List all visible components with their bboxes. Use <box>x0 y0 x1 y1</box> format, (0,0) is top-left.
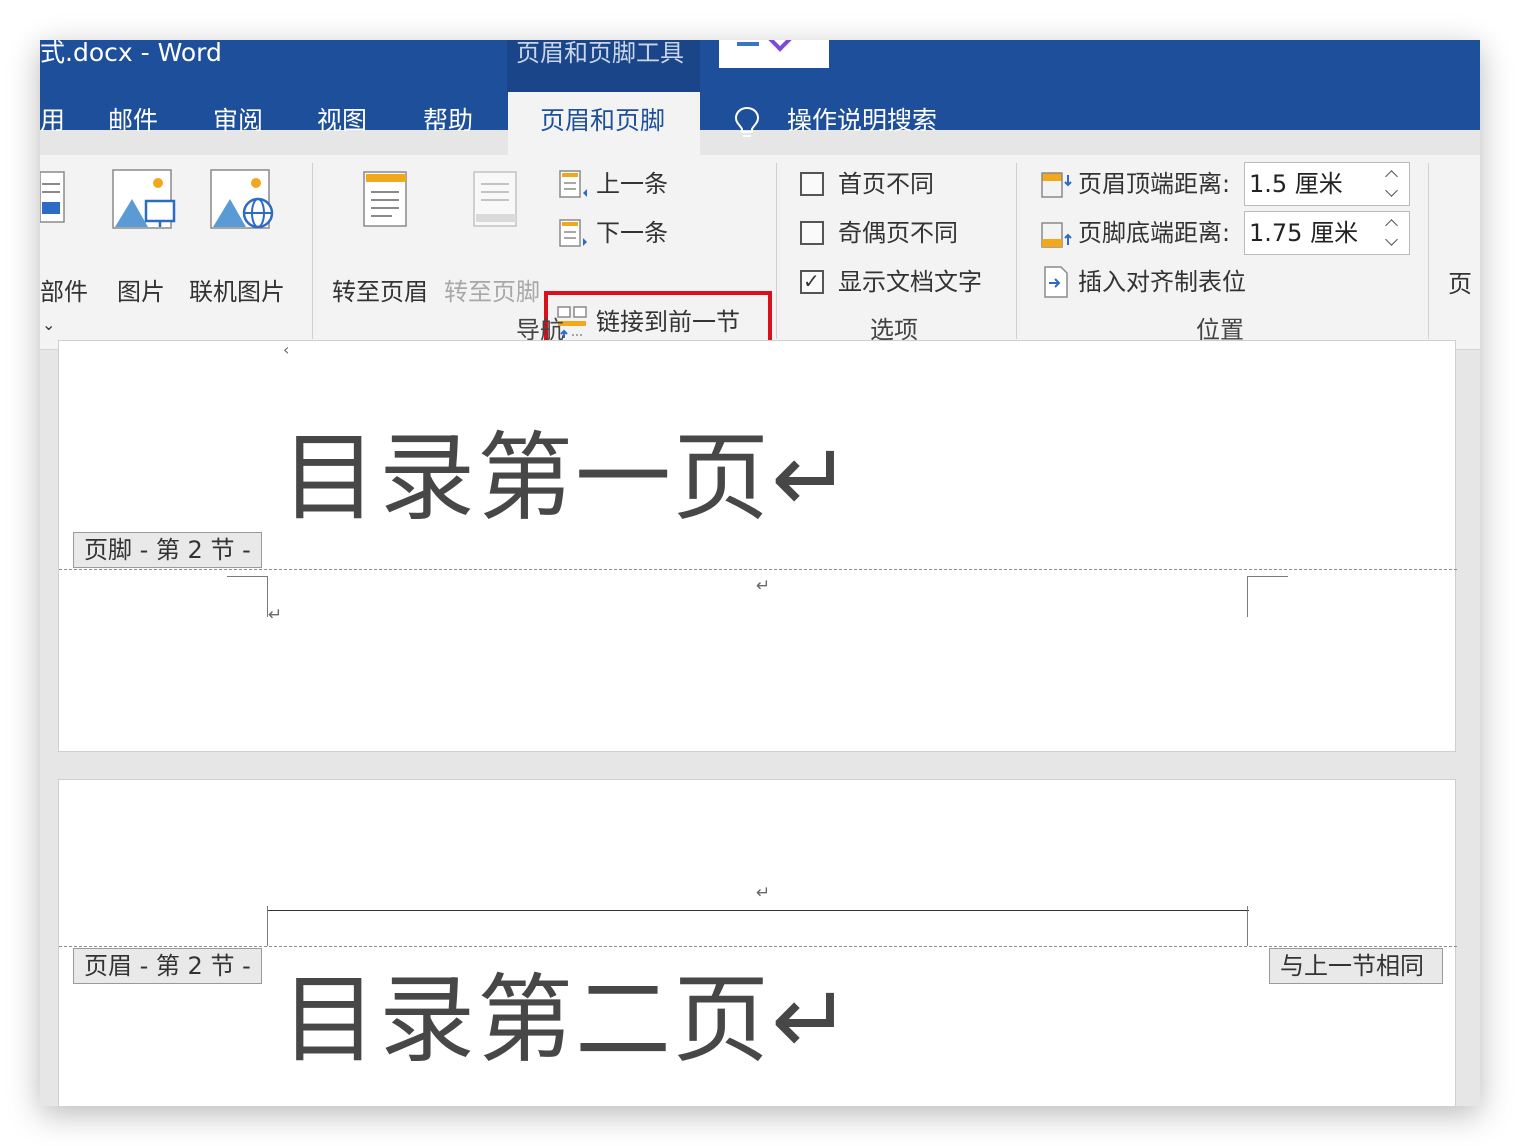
previous-button[interactable]: 上一条 <box>596 169 668 199</box>
footer-position-icon <box>1041 222 1072 248</box>
header-from-top-spinner[interactable]: 1.5 厘米 <box>1244 162 1410 206</box>
lightbulb-icon[interactable] <box>734 106 760 140</box>
footer-boundary-line <box>59 569 1457 570</box>
quick-parts-icon[interactable] <box>40 170 68 226</box>
header-boundary-line <box>59 946 1457 947</box>
margin-corner-mark <box>267 906 268 946</box>
group-separator <box>1428 163 1429 339</box>
picture-icon[interactable] <box>112 169 176 231</box>
header-section-tag: 页眉 - 第 2 节 - <box>73 948 262 984</box>
paragraph-mark: ↵ <box>756 576 771 596</box>
different-odd-even-label[interactable]: 奇偶页不同 <box>838 218 958 248</box>
document-title: 式.docx - Word <box>40 40 222 67</box>
footer-from-bottom-spinner[interactable]: 1.75 厘米 <box>1244 211 1410 255</box>
online-picture-icon[interactable] <box>210 169 276 231</box>
goto-footer-button: 转至页脚 <box>444 278 540 306</box>
tell-me-search[interactable]: 操作说明搜索 <box>787 104 937 138</box>
spin-down-icon[interactable] <box>1385 233 1398 246</box>
header-position-icon <box>1041 172 1072 198</box>
footer-from-bottom-value[interactable]: 1.75 厘米 <box>1249 218 1358 248</box>
previous-section-icon[interactable] <box>558 169 590 201</box>
ribbon: 部件 ⌄ 图片 联机图片 转至页眉 转至页脚 上一条 下一条 链接到前一节 导航… <box>40 155 1480 350</box>
tab-view[interactable]: 视图 <box>317 104 367 138</box>
tab-review[interactable]: 审阅 <box>213 104 263 138</box>
margin-corner-mark <box>1247 576 1288 617</box>
show-document-text-checkbox[interactable]: ✓ <box>800 269 824 294</box>
footer-section-tag: 页脚 - 第 2 节 - <box>73 532 262 568</box>
word-window: 式.docx - Word 页眉和页脚工具 用 邮件 审阅 视图 帮助 页眉和页… <box>40 40 1480 1106</box>
tab-layout-partial[interactable]: 用 <box>40 104 65 138</box>
different-first-page-checkbox[interactable] <box>800 172 824 196</box>
margin-mark: ‹ <box>283 340 290 359</box>
group-separator <box>1016 163 1017 339</box>
header-from-top-value[interactable]: 1.5 厘米 <box>1249 169 1343 199</box>
tab-mailings[interactable]: 邮件 <box>108 104 158 138</box>
contextual-tools-title: 页眉和页脚工具 <box>516 40 684 67</box>
different-odd-even-checkbox[interactable] <box>800 221 824 245</box>
paragraph-mark: ↵ <box>268 605 283 625</box>
online-picture-button[interactable]: 联机图片 <box>189 277 285 307</box>
quick-access-popup[interactable] <box>719 40 829 68</box>
insert-alignment-tab-button[interactable]: 插入对齐制表位 <box>1078 267 1246 297</box>
tab-header-footer-label[interactable]: 页眉和页脚 <box>540 104 665 138</box>
goto-header-icon[interactable] <box>362 170 412 230</box>
next-section-icon[interactable] <box>558 218 590 250</box>
spin-up-icon[interactable] <box>1385 219 1398 232</box>
minimize-icon[interactable] <box>737 42 759 46</box>
checkmark-icon: ✓ <box>803 269 820 293</box>
insert-alignment-tab-icon[interactable] <box>1043 265 1071 299</box>
quick-parts-button[interactable]: 部件 <box>40 277 88 307</box>
header-from-top-label: 页眉顶端距离: <box>1078 170 1231 198</box>
spin-down-icon[interactable] <box>1385 184 1398 197</box>
tab-help[interactable]: 帮助 <box>423 104 473 138</box>
close-header-footer-button[interactable]: 页 <box>1448 269 1472 299</box>
different-first-page-label[interactable]: 首页不同 <box>838 169 934 199</box>
show-document-text-label[interactable]: 显示文档文字 <box>838 267 982 297</box>
document-area: ‹ 目录第一页↵ 页脚 - 第 2 节 - ↵ ↵ ↵ 页眉 - 第 2 节 -… <box>40 340 1480 1106</box>
page-2[interactable]: ↵ 页眉 - 第 2 节 - 与上一节相同 目录第二页↵ <box>58 779 1457 1106</box>
paragraph-mark: ↵ <box>756 883 771 903</box>
header-border-line <box>267 910 1249 911</box>
goto-footer-icon <box>473 171 517 227</box>
page-1[interactable]: ‹ 目录第一页↵ 页脚 - 第 2 节 - ↵ ↵ <box>58 340 1457 752</box>
group-separator <box>776 163 777 339</box>
page2-body-text[interactable]: 目录第二页↵ <box>281 965 853 1075</box>
next-button[interactable]: 下一条 <box>596 218 668 248</box>
page1-body-text[interactable]: 目录第一页↵ <box>281 423 853 533</box>
margin-corner-mark <box>1247 906 1248 946</box>
goto-header-button[interactable]: 转至页眉 <box>332 277 428 307</box>
footer-from-bottom-label: 页脚底端距离: <box>1078 219 1231 247</box>
same-as-previous-tag: 与上一节相同 <box>1269 948 1443 984</box>
chevron-down-icon[interactable] <box>767 40 793 52</box>
group-separator <box>312 163 313 339</box>
picture-button[interactable]: 图片 <box>117 277 165 307</box>
chevron-down-icon[interactable]: ⌄ <box>42 310 55 340</box>
spin-up-icon[interactable] <box>1385 170 1398 183</box>
margin-corner-mark <box>227 576 268 617</box>
